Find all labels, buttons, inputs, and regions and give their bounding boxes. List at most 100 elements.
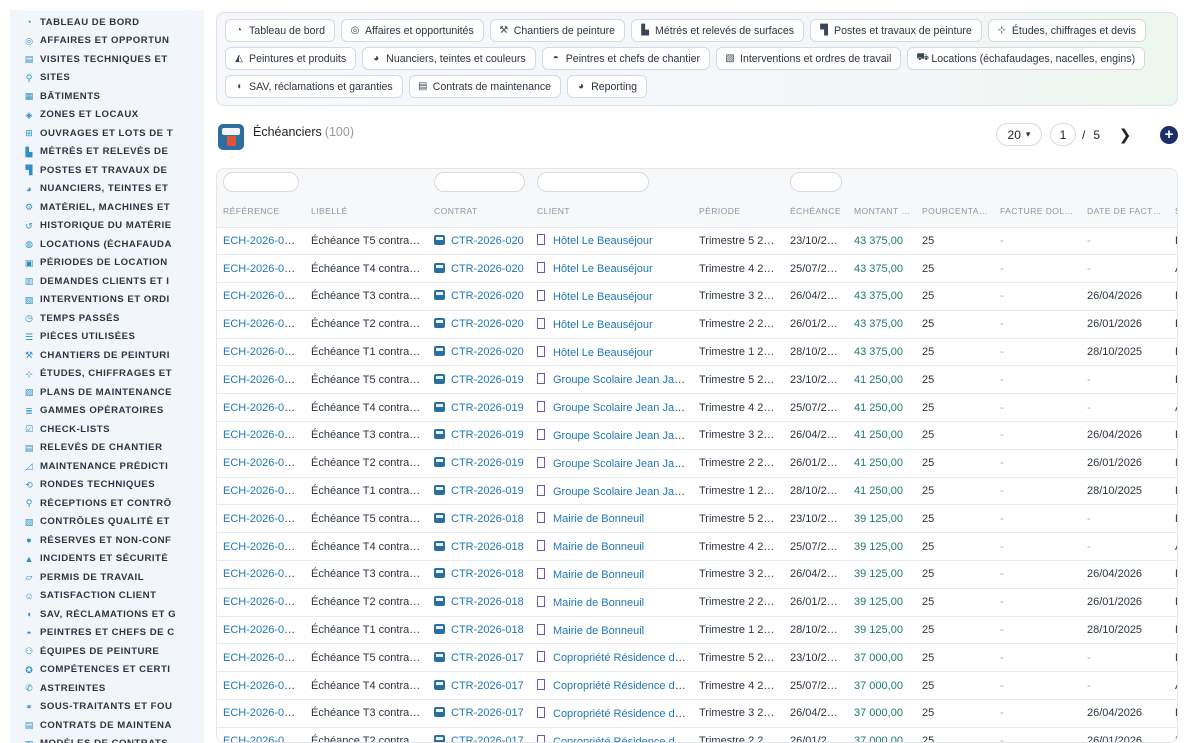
table-row[interactable]: ECH-2026-0100 Échéance T5 contrat 20 CTR-2… — [217, 227, 1177, 256]
client-link[interactable]: Hôtel Le Beauséjour — [553, 291, 653, 303]
reference-link[interactable]: ECH-2026-0096 — [223, 346, 303, 358]
contract-link[interactable]: CTR-2026-017 — [451, 735, 524, 742]
sidebar-item[interactable]: ↺ Historique du matérie — [10, 217, 204, 236]
reference-link[interactable]: ECH-2026-0100 — [223, 235, 303, 247]
sidebar-item[interactable]: ⚭ Sous-traitants et fou — [10, 698, 204, 717]
contract-link[interactable]: CTR-2026-019 — [451, 457, 524, 469]
contract-link[interactable]: CTR-2026-019 — [451, 374, 524, 386]
sidebar-item[interactable]: ▣ Périodes de location — [10, 254, 204, 273]
sidebar-item[interactable]: ◎ Affaires et opportun — [10, 32, 204, 51]
table-row[interactable]: ECH-2026-0091 Échéance T1 contrat 19 CTR-2… — [217, 477, 1177, 506]
contract-link[interactable]: CTR-2026-019 — [451, 402, 524, 414]
column-header[interactable]: Facture doli… — [994, 195, 1081, 228]
reference-link[interactable]: ECH-2026-0091 — [223, 485, 303, 497]
reference-link[interactable]: ECH-2026-0086 — [223, 624, 303, 636]
contract-link[interactable]: CTR-2026-020 — [451, 235, 524, 247]
client-link[interactable]: Hôtel Le Beauséjour — [553, 347, 653, 359]
page-size-select[interactable]: 20 ▾ — [995, 123, 1042, 146]
client-link[interactable]: Hôtel Le Beauséjour — [553, 235, 653, 247]
filter-echeance-input[interactable] — [790, 172, 842, 192]
sidebar-item[interactable]: ▧ Contrôles qualité et — [10, 513, 204, 532]
sidebar-item[interactable]: ● Réserves et non-conf — [10, 531, 204, 550]
table-row[interactable]: ECH-2026-0084 Échéance T4 contrat 17 CTR-2… — [217, 671, 1177, 701]
sidebar-item[interactable]: ⚒ Chantiers de peinturi — [10, 346, 204, 365]
module-nav-chip[interactable]: ◕ Reporting — [567, 75, 647, 98]
table-row[interactable]: ECH-2026-0088 Échéance T3 contrat 18 CTR-2… — [217, 560, 1177, 589]
sidebar-item[interactable]: ◖ SAV, réclamations et g — [10, 605, 204, 624]
sidebar-item[interactable]: ≣ Gammes opératoires — [10, 402, 204, 421]
module-nav-chip[interactable]: ⛟ Locations (échafaudages, nacelles, engi… — [907, 47, 1146, 70]
sidebar-item[interactable]: ◔ Tableau de bord — [10, 13, 204, 32]
sidebar-item[interactable]: ▲ Incidents et sécurité — [10, 550, 204, 569]
reference-link[interactable]: ECH-2026-0083 — [223, 707, 303, 719]
filter-contrat-input[interactable] — [434, 172, 525, 192]
sidebar-item[interactable]: ▥ Demandes clients et i — [10, 272, 204, 291]
sidebar-item[interactable]: ▙ Métrés et relevés de — [10, 143, 204, 162]
column-header[interactable]: Libellé — [305, 195, 428, 228]
table-row[interactable]: ECH-2026-0086 Échéance T1 contrat 18 CTR-2… — [217, 616, 1177, 645]
module-nav-chip[interactable]: ◓ Peintres et chefs de chantier — [541, 47, 710, 70]
contract-link[interactable]: CTR-2026-017 — [451, 652, 524, 664]
current-page-input[interactable]: 1 — [1049, 123, 1076, 146]
module-nav-chip[interactable]: ◖ SAV, réclamations et garanties — [225, 75, 403, 98]
sidebar-item[interactable]: ◈ Zones et locaux — [10, 106, 204, 125]
column-header[interactable]: Échéance — [784, 195, 848, 228]
contract-link[interactable]: CTR-2026-018 — [451, 596, 524, 608]
reference-link[interactable]: ECH-2026-0092 — [223, 457, 303, 469]
client-link[interactable]: Mairie de Bonneuil — [553, 513, 644, 525]
sidebar-item[interactable]: ◓ Peintres et chefs de c — [10, 624, 204, 643]
client-link[interactable]: Mairie de Bonneuil — [553, 625, 644, 637]
table-row[interactable]: ECH-2026-0089 Échéance T4 contrat 18 CTR-2… — [217, 532, 1177, 562]
contract-link[interactable]: CTR-2026-018 — [451, 568, 524, 580]
sidebar-item[interactable]: ▧ Interventions et ordi — [10, 291, 204, 310]
module-nav-chip[interactable]: ▧ Interventions et ordres de travail — [716, 47, 902, 70]
table-row[interactable]: ECH-2026-0093 Échéance T3 contrat 19 CTR-2… — [217, 421, 1177, 450]
contract-link[interactable]: CTR-2026-018 — [451, 624, 524, 636]
sidebar-item[interactable]: ◍ Locations (échafauda — [10, 235, 204, 254]
column-header[interactable]: S — [1169, 195, 1177, 228]
client-link[interactable]: Groupe Scolaire Jean Jau… — [553, 402, 691, 414]
column-header[interactable]: Période — [693, 195, 784, 228]
column-header[interactable]: Pourcentage — [916, 195, 994, 228]
sidebar-item[interactable]: ⚙ Matériel, machines et — [10, 198, 204, 217]
table-row[interactable]: ECH-2026-0094 Échéance T4 contrat 19 CTR-2… — [217, 393, 1177, 423]
next-page-button[interactable]: ❯ — [1118, 126, 1132, 144]
sidebar-item[interactable]: ☑ Check-lists — [10, 420, 204, 439]
module-nav-chip[interactable]: ▙ Métrés et relevés de surfaces — [631, 19, 805, 42]
sidebar-item[interactable]: ⚲ Sites — [10, 69, 204, 88]
client-link[interactable]: Mairie de Bonneuil — [553, 541, 644, 553]
add-record-button[interactable]: + — [1160, 125, 1178, 144]
contract-link[interactable]: CTR-2026-017 — [451, 707, 524, 719]
contract-link[interactable]: CTR-2026-018 — [451, 513, 524, 525]
contract-link[interactable]: CTR-2026-020 — [451, 346, 524, 358]
client-link[interactable]: Copropriété Résidence du… — [553, 680, 692, 692]
sidebar-item[interactable]: ⚇ Équipes de peinture — [10, 642, 204, 661]
reference-link[interactable]: ECH-2026-0087 — [223, 596, 303, 608]
table-row[interactable]: ECH-2026-0090 Échéance T5 contrat 18 CTR-2… — [217, 504, 1177, 534]
module-nav-chip[interactable]: ▜ Postes et travaux de peinture — [810, 19, 982, 42]
table-row[interactable]: ECH-2026-0099 Échéance T4 contrat 20 CTR-2… — [217, 254, 1177, 284]
reference-link[interactable]: ECH-2026-0099 — [223, 263, 303, 275]
column-header[interactable]: Référence — [217, 195, 305, 228]
column-header[interactable]: Montant HT — [848, 195, 916, 228]
module-nav-chip[interactable]: ⊹ Études, chiffrages et devis — [987, 19, 1146, 42]
sidebar-item[interactable]: ☺ Satisfaction client — [10, 587, 204, 606]
sidebar-item[interactable]: ◷ Temps passés — [10, 309, 204, 328]
contract-link[interactable]: CTR-2026-019 — [451, 429, 524, 441]
contract-link[interactable]: CTR-2026-017 — [451, 680, 524, 692]
filter-reference-input[interactable] — [223, 172, 299, 192]
reference-link[interactable]: ECH-2026-0085 — [223, 652, 303, 664]
client-link[interactable]: Groupe Scolaire Jean Jau… — [553, 374, 691, 386]
reference-link[interactable]: ECH-2026-0093 — [223, 429, 303, 441]
module-nav-chip[interactable]: ◎ Affaires et opportunités — [340, 19, 484, 42]
sidebar-item[interactable]: ✪ Compétences et certi — [10, 661, 204, 680]
table-row[interactable]: ECH-2026-0083 Échéance T3 contrat 17 CTR-2… — [217, 699, 1177, 728]
table-row[interactable]: ECH-2026-0092 Échéance T2 contrat 19 CTR-2… — [217, 449, 1177, 478]
sidebar-item[interactable]: ▨ Plans de maintenance — [10, 383, 204, 402]
contract-link[interactable]: CTR-2026-018 — [451, 541, 524, 553]
sidebar-item[interactable]: ▤ Contrats de maintena — [10, 716, 204, 735]
contract-link[interactable]: CTR-2026-019 — [451, 485, 524, 497]
sidebar-item[interactable]: ⚲ Réceptions et contrô — [10, 494, 204, 513]
reference-link[interactable]: ECH-2026-0088 — [223, 568, 303, 580]
client-link[interactable]: Mairie de Bonneuil — [553, 569, 644, 581]
